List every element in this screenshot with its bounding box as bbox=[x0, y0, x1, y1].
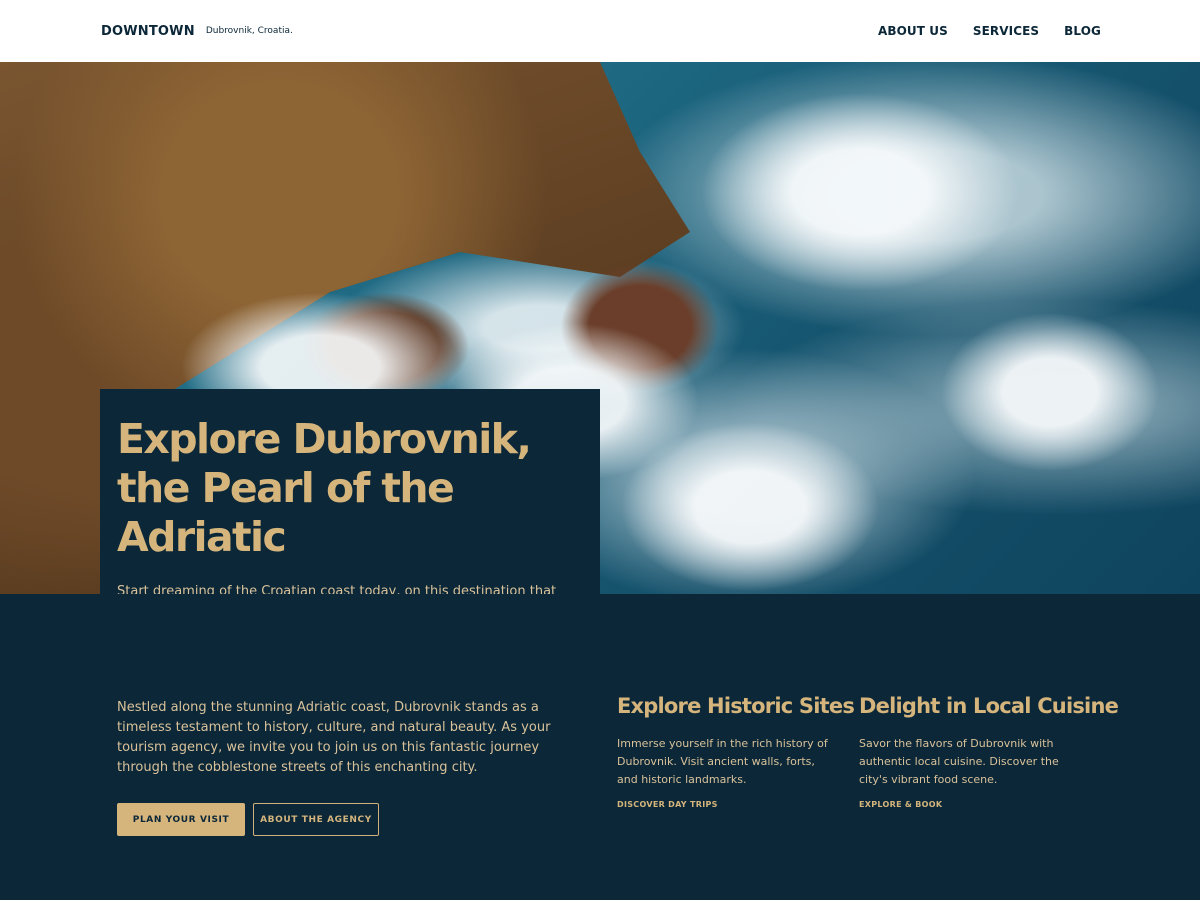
plan-visit-button[interactable]: PLAN YOUR VISIT bbox=[117, 803, 245, 836]
feature-local-cuisine: Delight in Local Cuisine Savor the flavo… bbox=[859, 694, 1119, 812]
hero-subtitle: Start dreaming of the Croatian coast tod… bbox=[117, 584, 557, 594]
intro-section: Nestled along the stunning Adriatic coas… bbox=[0, 594, 1200, 900]
discover-day-trips-link[interactable]: DISCOVER DAY TRIPS bbox=[617, 800, 718, 809]
feature-text: Savor the flavors of Dubrovnik with auth… bbox=[859, 737, 1059, 786]
site-logo[interactable]: DOWNTOWN bbox=[101, 24, 195, 39]
hero-section: Explore Dubrovnik, the Pearl of the Adri… bbox=[0, 62, 1200, 594]
about-agency-button[interactable]: ABOUT THE AGENCY bbox=[253, 803, 379, 836]
feature-text: Immerse yourself in the rich history of … bbox=[617, 737, 828, 786]
hero-card: Explore Dubrovnik, the Pearl of the Adri… bbox=[100, 389, 600, 594]
feature-title: Delight in Local Cuisine bbox=[859, 694, 1119, 718]
explore-book-link[interactable]: EXPLORE & BOOK bbox=[859, 800, 942, 809]
feature-title: Explore Historic Sites bbox=[617, 694, 855, 718]
hero-foam-shape bbox=[700, 92, 1020, 292]
site-tagline: Dubrovnik, Croatia. bbox=[205, 26, 293, 36]
intro-text: Nestled along the stunning Adriatic coas… bbox=[117, 700, 551, 775]
main-nav: ABOUT US SERVICES BLOG bbox=[878, 24, 1101, 38]
nav-about-us[interactable]: ABOUT US bbox=[878, 24, 948, 38]
hero-title: Explore Dubrovnik, the Pearl of the Adri… bbox=[117, 415, 532, 561]
hero-foam-shape bbox=[620, 422, 880, 592]
nav-blog[interactable]: BLOG bbox=[1064, 24, 1101, 38]
nav-services[interactable]: SERVICES bbox=[973, 24, 1039, 38]
site-header: DOWNTOWN Dubrovnik, Croatia. ABOUT US SE… bbox=[0, 0, 1200, 62]
hero-foam-shape bbox=[940, 312, 1160, 472]
brand: DOWNTOWN Dubrovnik, Croatia. bbox=[101, 24, 293, 39]
feature-historic-sites: Explore Historic Sites Immerse yourself … bbox=[617, 694, 857, 812]
